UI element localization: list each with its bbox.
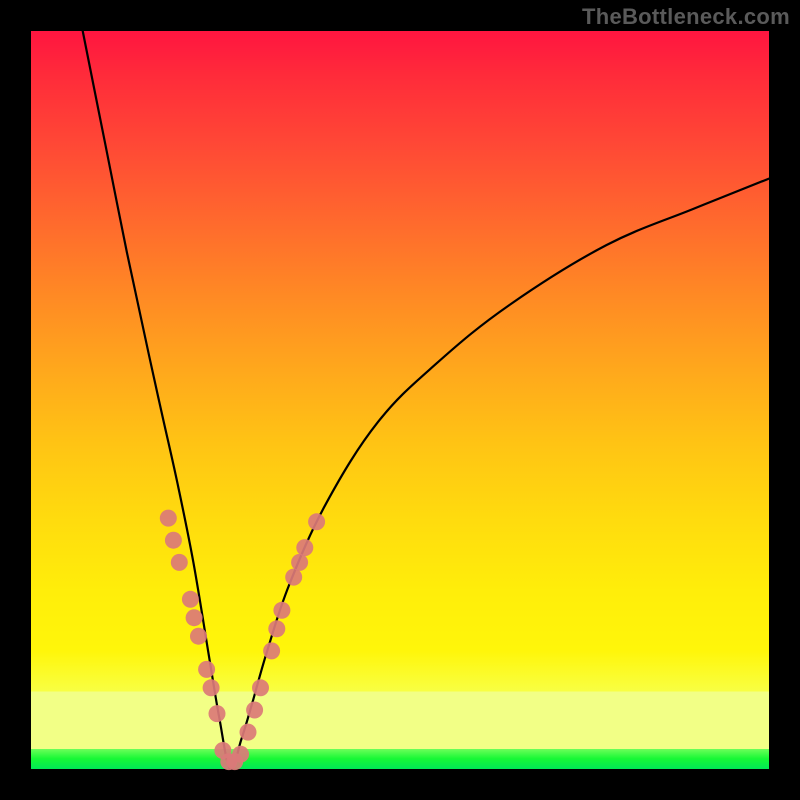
data-marker [252, 679, 269, 696]
marker-group [160, 510, 325, 770]
data-marker [160, 510, 177, 527]
data-marker [296, 539, 313, 556]
data-marker [285, 569, 302, 586]
data-marker [263, 642, 280, 659]
curve-layer [31, 31, 769, 769]
data-marker [171, 554, 188, 571]
data-marker [240, 724, 257, 741]
chart-frame: TheBottleneck.com [0, 0, 800, 800]
data-marker [232, 746, 249, 763]
data-marker [186, 609, 203, 626]
data-marker [246, 702, 263, 719]
watermark-text: TheBottleneck.com [582, 4, 790, 30]
data-marker [273, 602, 290, 619]
data-marker [308, 513, 325, 530]
data-marker [198, 661, 215, 678]
data-marker [268, 620, 285, 637]
data-marker [165, 532, 182, 549]
data-marker [291, 554, 308, 571]
plot-area [31, 31, 769, 769]
data-marker [203, 679, 220, 696]
bottleneck-curve [83, 31, 769, 769]
data-marker [190, 628, 207, 645]
data-marker [209, 705, 226, 722]
data-marker [182, 591, 199, 608]
